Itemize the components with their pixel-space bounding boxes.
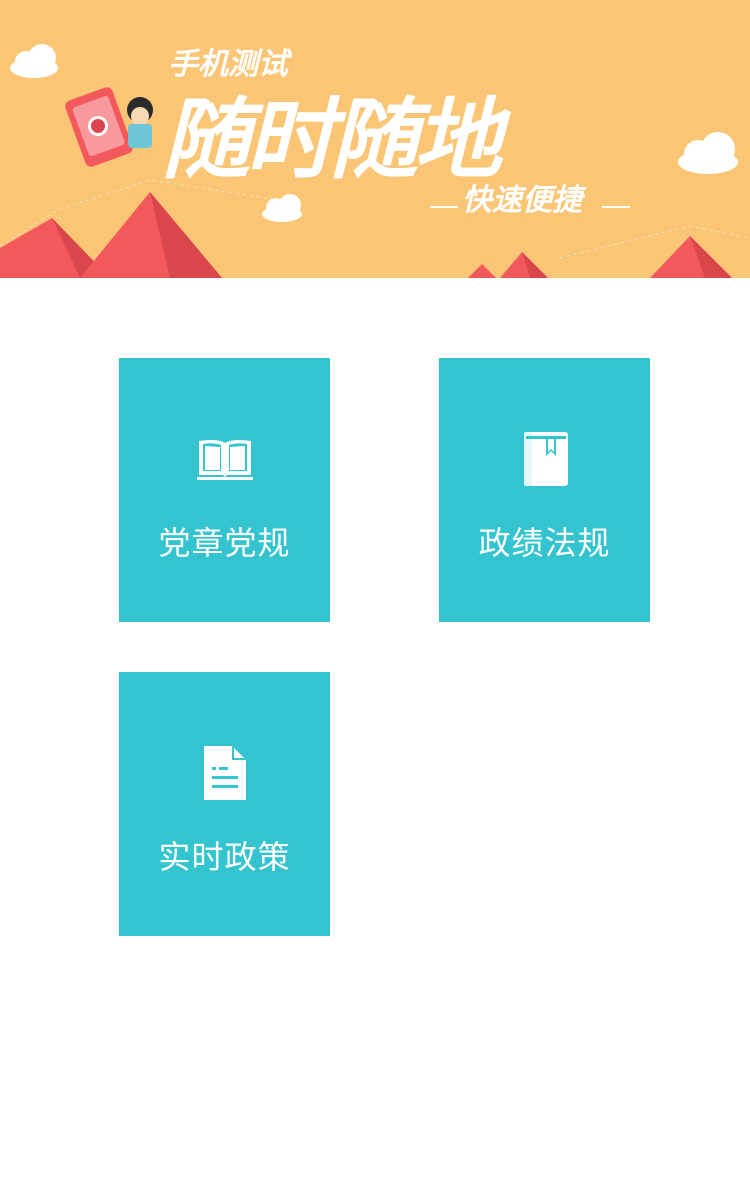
open-book-icon — [119, 430, 330, 488]
menu-tile-label: 党章党规 — [158, 524, 291, 562]
menu-tile-party-regulations[interactable]: 党章党规 — [119, 358, 330, 622]
mountain-decoration — [0, 192, 732, 278]
menu-tile-label: 实时政策 — [158, 838, 291, 876]
document-icon — [119, 744, 330, 802]
menu-tile-real-time-policy[interactable]: 实时政策 — [119, 672, 330, 936]
banner-headline: 随时随地 — [162, 88, 512, 191]
cloud-icon — [10, 44, 58, 78]
phone-character-illustration — [65, 87, 153, 167]
cloud-icon — [262, 194, 302, 222]
menu-tile-performance-laws[interactable]: 政绩法规 — [439, 358, 650, 622]
menu-tile-label: 政绩法规 — [478, 524, 611, 562]
cloud-icon — [678, 132, 738, 174]
header-banner: 手机测试 随时随地 快速便捷 — [0, 0, 750, 278]
banner-tagline: 快速便捷 — [462, 183, 587, 218]
bookmarked-book-icon — [439, 430, 650, 488]
banner-illustration: 手机测试 随时随地 快速便捷 — [0, 44, 750, 278]
banner-kicker: 手机测试 — [168, 47, 293, 82]
